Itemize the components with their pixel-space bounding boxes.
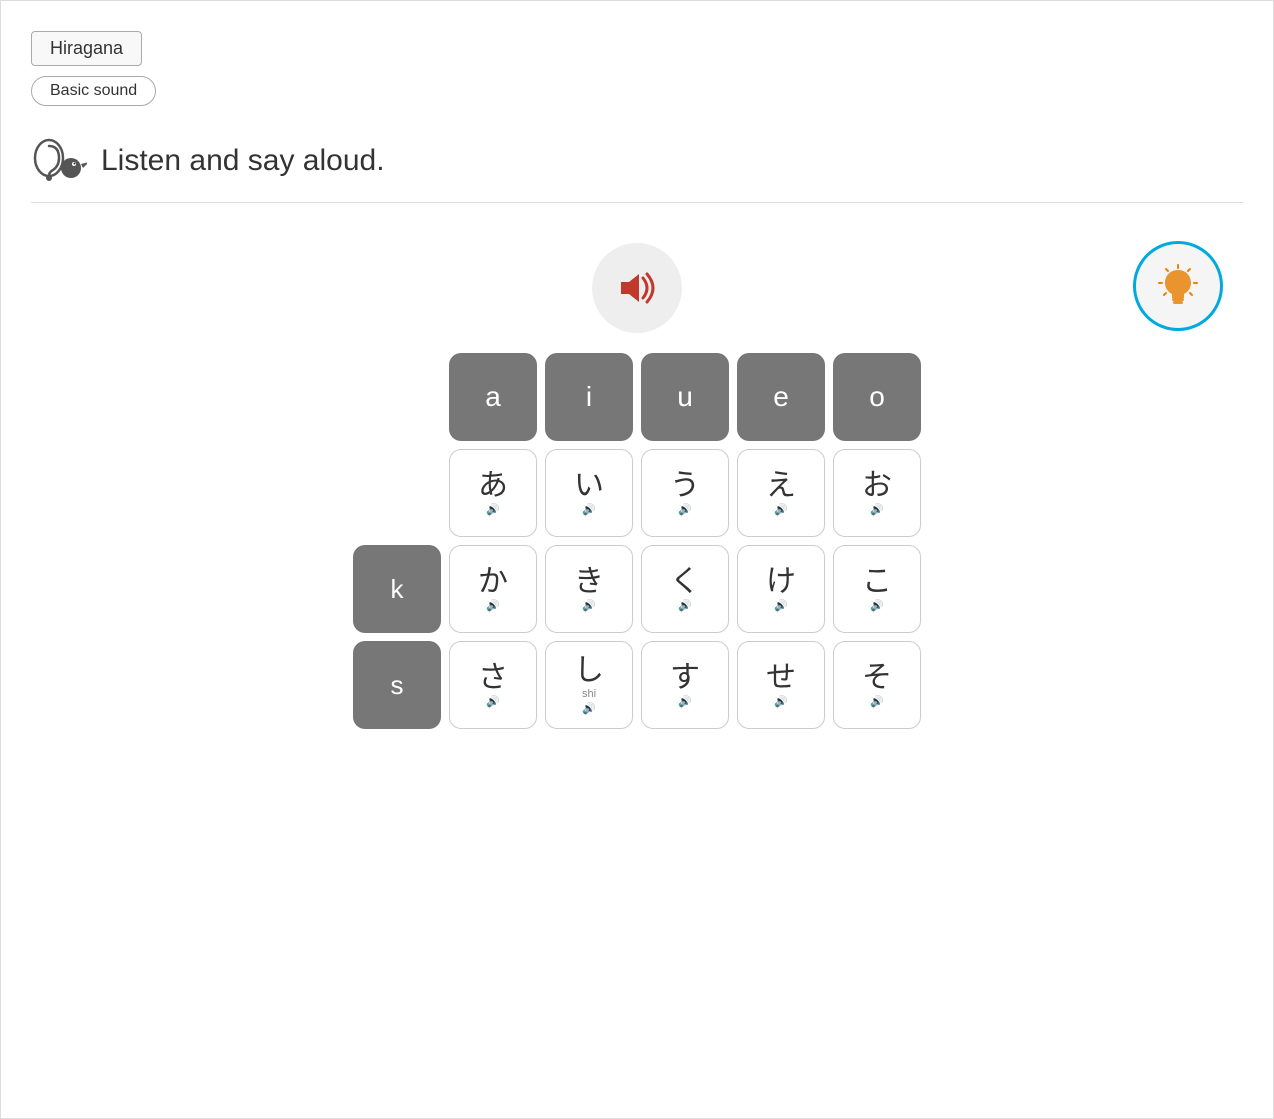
key-ki[interactable]: き 🔊 (545, 545, 633, 633)
k-row: k か 🔊 き 🔊 く 🔊 け 🔊 こ 🔊 (353, 545, 921, 633)
speaker-area (31, 243, 1243, 333)
keyboard-section: a i u e o あ 🔊 い 🔊 う 🔊 え 🔊 (31, 353, 1243, 729)
key-a-hira[interactable]: あ 🔊 (449, 449, 537, 537)
hint-button[interactable] (1133, 241, 1223, 331)
key-shi[interactable]: し shi 🔊 (545, 641, 633, 729)
row-label-empty-vowel (353, 353, 441, 441)
key-e-hira[interactable]: え 🔊 (737, 449, 825, 537)
hiragana-tab[interactable]: Hiragana (31, 31, 142, 66)
char-ku: く (670, 567, 700, 597)
sound-icon-e: 🔊 (774, 503, 788, 516)
key-o-hira[interactable]: お 🔊 (833, 449, 921, 537)
header-section: Hiragana Basic sound (31, 21, 1243, 126)
sound-icon-ka: 🔊 (486, 599, 500, 612)
char-ka: か (478, 567, 508, 597)
key-ke[interactable]: け 🔊 (737, 545, 825, 633)
key-a[interactable]: a (449, 353, 537, 441)
key-e[interactable]: e (737, 353, 825, 441)
sound-icon-se: 🔊 (774, 695, 788, 708)
char-e: え (766, 471, 796, 501)
key-sa[interactable]: さ 🔊 (449, 641, 537, 729)
sound-icon-su: 🔊 (678, 695, 692, 708)
ear-svg (31, 136, 87, 186)
row-label-s[interactable]: s (353, 641, 441, 729)
char-se: せ (766, 663, 796, 693)
char-shi-sub: shi (582, 688, 596, 700)
key-u[interactable]: u (641, 353, 729, 441)
sound-icon-so: 🔊 (870, 695, 884, 708)
sound-icon-ke: 🔊 (774, 599, 788, 612)
key-u-hira[interactable]: う 🔊 (641, 449, 729, 537)
ear-bird-icon (31, 136, 87, 186)
char-u: う (670, 471, 700, 501)
section-divider (31, 202, 1243, 203)
sound-icon-o: 🔊 (870, 503, 884, 516)
sound-icon-ki: 🔊 (582, 599, 596, 612)
char-ki: き (574, 567, 604, 597)
sound-icon-sa: 🔊 (486, 695, 500, 708)
char-ke: け (766, 567, 796, 597)
listen-section: Listen and say aloud. (31, 126, 1243, 202)
key-su[interactable]: す 🔊 (641, 641, 729, 729)
row-label-k[interactable]: k (353, 545, 441, 633)
char-i: い (574, 471, 604, 501)
char-shi: し (574, 656, 604, 686)
vowel-row: a i u e o (353, 353, 921, 441)
key-ku[interactable]: く 🔊 (641, 545, 729, 633)
key-i[interactable]: i (545, 353, 633, 441)
lightbulb-icon (1156, 264, 1200, 308)
page-container: Hiragana Basic sound Listen and say alou… (0, 0, 1274, 1119)
sound-icon-shi: 🔊 (582, 702, 596, 715)
char-o: お (862, 471, 892, 501)
s-row: s さ 🔊 し shi 🔊 す 🔊 せ 🔊 そ 🔊 (353, 641, 921, 729)
sound-icon-u: 🔊 (678, 503, 692, 516)
key-i-hira[interactable]: い 🔊 (545, 449, 633, 537)
char-a: あ (478, 471, 508, 501)
sound-icon-i: 🔊 (582, 503, 596, 516)
char-su: す (670, 663, 700, 693)
sound-icon-a: 🔊 (486, 503, 500, 516)
basic-sound-tab[interactable]: Basic sound (31, 76, 156, 106)
key-se[interactable]: せ 🔊 (737, 641, 825, 729)
char-so: そ (862, 663, 892, 693)
speaker-icon (615, 270, 659, 306)
listen-text: Listen and say aloud. (101, 144, 385, 178)
a-row: あ 🔊 い 🔊 う 🔊 え 🔊 お 🔊 (353, 449, 921, 537)
char-ko: こ (862, 567, 892, 597)
key-ko[interactable]: こ 🔊 (833, 545, 921, 633)
key-so[interactable]: そ 🔊 (833, 641, 921, 729)
key-o[interactable]: o (833, 353, 921, 441)
row-label-empty-a (353, 449, 441, 537)
play-sound-button[interactable] (592, 243, 682, 333)
key-ka[interactable]: か 🔊 (449, 545, 537, 633)
sound-icon-ku: 🔊 (678, 599, 692, 612)
char-sa: さ (478, 663, 508, 693)
sound-icon-ko: 🔊 (870, 599, 884, 612)
